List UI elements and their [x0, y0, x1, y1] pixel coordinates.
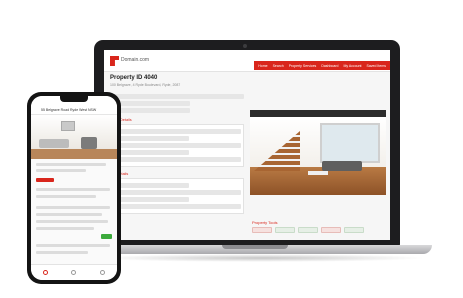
action-button[interactable]: [36, 178, 54, 182]
listing-details-box: [108, 124, 244, 167]
detail-row: [111, 129, 241, 134]
sofa: [39, 139, 69, 148]
table: [308, 171, 328, 175]
camera: [243, 44, 247, 48]
detail-row: [108, 94, 244, 99]
text-line: [36, 169, 86, 172]
phone-title: 55 Belgrave Road Ryde West NSW: [41, 108, 97, 112]
nav-property-services[interactable]: Property Services: [289, 64, 317, 68]
logo-icon: [110, 56, 119, 66]
tab-home-icon[interactable]: [42, 270, 48, 275]
detail-row: [111, 190, 241, 195]
detail-row: [111, 150, 189, 155]
detail-row: [111, 157, 241, 162]
sale-details-box: [108, 178, 244, 214]
tool-chip[interactable]: [298, 227, 318, 233]
chair: [81, 137, 97, 149]
property-photo[interactable]: [250, 117, 386, 195]
section-title: Sale Details: [108, 172, 129, 176]
tab-search-icon[interactable]: [71, 270, 77, 275]
text-line: [36, 188, 110, 191]
section-title: Listing Details: [108, 118, 132, 122]
nav-saved-items[interactable]: Saved Items: [367, 64, 386, 68]
laptop-screen: Domain.com Home Search Property Services…: [104, 50, 390, 240]
nav-search[interactable]: Search: [273, 64, 284, 68]
detail-row: [111, 143, 241, 148]
text-line: [36, 251, 88, 254]
phone-tab-bar: [31, 264, 117, 280]
main-nav: Home Search Property Services Dashboard …: [254, 61, 390, 70]
sofa: [322, 161, 362, 171]
tool-chip[interactable]: [321, 227, 341, 233]
text-line: [36, 220, 108, 223]
phone-notch: [60, 96, 88, 102]
app-header: Domain.com Home Search Property Services…: [104, 50, 390, 72]
brand-name: Domain.com: [121, 57, 150, 63]
photo-toolbar[interactable]: [250, 110, 386, 117]
phone-property-photo[interactable]: [31, 115, 117, 159]
wall-art: [61, 121, 75, 131]
window: [320, 123, 380, 163]
page-subtitle: 100 Belgrave, 4 Ryde Boulevard, Ryde, 20…: [110, 83, 181, 87]
status-badge: [101, 234, 112, 239]
detail-row: [111, 183, 189, 188]
text-line: [36, 244, 110, 247]
laptop: Domain.com Home Search Property Services…: [94, 40, 400, 246]
text-line: [36, 227, 94, 230]
text-line: [36, 213, 102, 216]
property-tools: [252, 227, 364, 233]
text-line: [36, 206, 110, 209]
details-panel: Listing Details Sale Details: [108, 92, 244, 238]
tool-chip[interactable]: [252, 227, 272, 233]
text-line: [36, 195, 96, 198]
laptop-shadow: [96, 254, 426, 262]
detail-row: [111, 197, 189, 202]
tab-menu-icon[interactable]: [100, 270, 106, 275]
phone-screen: 55 Belgrave Road Ryde West NSW: [31, 96, 117, 280]
page-title: Property ID 4040: [110, 75, 158, 81]
floor: [31, 149, 117, 159]
text-line: [36, 163, 106, 166]
nav-my-account[interactable]: My Account: [343, 64, 361, 68]
property-tools-title: Property Tools: [252, 220, 278, 225]
detail-row: [111, 136, 189, 141]
detail-row: [111, 204, 241, 209]
nav-home[interactable]: Home: [258, 64, 267, 68]
tool-chip[interactable]: [344, 227, 364, 233]
nav-dashboard[interactable]: Dashboard: [321, 64, 338, 68]
tool-chip[interactable]: [275, 227, 295, 233]
laptop-notch: [222, 245, 288, 249]
phone: 55 Belgrave Road Ryde West NSW: [27, 92, 121, 284]
